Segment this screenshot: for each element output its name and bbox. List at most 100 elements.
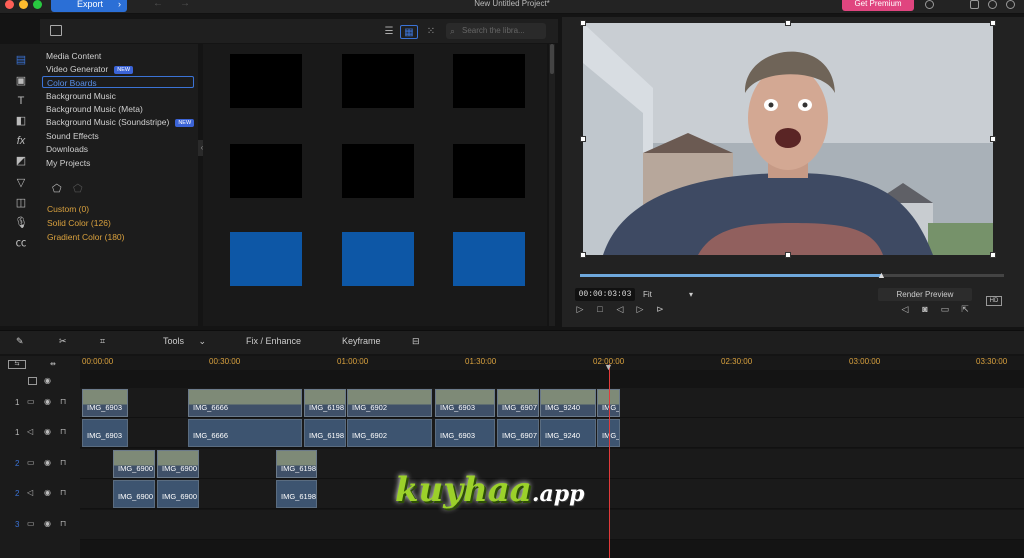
color-board-tile[interactable]: [342, 232, 414, 286]
visibility-icon[interactable]: ◉: [44, 519, 51, 528]
subcategory-custom[interactable]: Custom (0): [47, 204, 89, 214]
audio-mixing-icon[interactable]: ◫: [12, 195, 30, 211]
playhead-marker[interactable]: ▼: [604, 362, 613, 372]
video-clip[interactable]: IMG_6900: [113, 450, 155, 478]
color-board-tile[interactable]: [230, 232, 302, 286]
particle-room-icon[interactable]: ▽: [12, 175, 30, 191]
color-board-tile[interactable]: [342, 54, 414, 108]
title-room-icon[interactable]: T: [12, 93, 30, 109]
category-background-music-meta[interactable]: Background Music (Meta): [46, 103, 143, 115]
lock-icon[interactable]: ⊓: [60, 458, 66, 467]
scrubber-knob[interactable]: ▲: [877, 270, 886, 280]
audio-clip[interactable]: IMG_9240: [540, 419, 596, 447]
fit-timeline-icon[interactable]: ⇹: [50, 360, 56, 368]
notification-icon[interactable]: [970, 0, 979, 9]
preview-scrubber[interactable]: [580, 274, 1004, 277]
category-downloads[interactable]: Downloads: [46, 143, 88, 155]
remove-color-icon[interactable]: ⬠: [73, 182, 83, 195]
audio-clip[interactable]: IMG_6900: [157, 480, 199, 508]
resize-handle[interactable]: [990, 252, 996, 258]
video-clip[interactable]: IMG_6902: [347, 389, 432, 417]
timecode-display[interactable]: 00:00:03:03: [575, 288, 635, 301]
media-room-icon[interactable]: ▤: [12, 52, 30, 68]
account-icon[interactable]: [925, 0, 934, 9]
color-board-tile[interactable]: [453, 232, 525, 286]
visibility-icon[interactable]: ◉: [44, 397, 51, 406]
import-media-icon[interactable]: [50, 25, 62, 36]
audio-clip[interactable]: IMG_6903: [435, 419, 495, 447]
resize-handle[interactable]: [580, 252, 586, 258]
resize-handle[interactable]: [785, 252, 791, 258]
color-board-tile[interactable]: [453, 144, 525, 198]
library-search-input[interactable]: ⌕ Search the libra...: [446, 23, 546, 39]
subtitle-icon[interactable]: ▭: [938, 304, 952, 315]
audio-clip[interactable]: IMG_6198: [304, 419, 346, 447]
add-color-icon[interactable]: ⬠: [52, 182, 62, 195]
audio-clip[interactable]: IMG_6902: [347, 419, 432, 447]
keyframe-button[interactable]: Keyframe: [342, 336, 381, 346]
resize-handle[interactable]: [990, 136, 996, 142]
video-clip[interactable]: IMG_6198: [304, 389, 346, 417]
stop-icon[interactable]: □: [593, 304, 607, 314]
resize-handle[interactable]: [580, 20, 586, 26]
tools-menu[interactable]: Tools ⌄: [163, 336, 206, 347]
category-color-boards[interactable]: Color Boards: [42, 76, 194, 88]
zoom-fit-select[interactable]: Fit ▾: [643, 288, 699, 301]
video-clip[interactable]: IMG_6903: [82, 389, 128, 417]
pip-room-icon[interactable]: ◩: [12, 153, 30, 169]
visibility-icon[interactable]: ◉: [44, 376, 51, 385]
library-scrollbar[interactable]: [549, 44, 555, 326]
more-tools-icon[interactable]: ⊟: [412, 336, 420, 347]
lock-icon[interactable]: ⊓: [60, 397, 66, 406]
audio-clip[interactable]: IMG_6907: [497, 419, 539, 447]
crop-icon[interactable]: ⌗: [100, 336, 105, 347]
video-clip[interactable]: IMG_6907: [497, 389, 539, 417]
help-icon[interactable]: [988, 0, 997, 9]
voice-over-icon[interactable]: 🎙: [12, 215, 30, 231]
fast-forward-icon[interactable]: ⊳: [653, 304, 667, 315]
undock-icon[interactable]: ⇱: [958, 304, 972, 315]
visibility-icon[interactable]: ◉: [44, 458, 51, 467]
subtitle-room-icon[interactable]: ㏄: [12, 235, 30, 251]
list-view-icon[interactable]: ☰: [380, 25, 398, 39]
snapshot-icon[interactable]: ◙: [918, 304, 932, 314]
previous-frame-icon[interactable]: ◁: [613, 304, 627, 315]
resize-handle[interactable]: [580, 136, 586, 142]
render-preview-button[interactable]: Render Preview: [878, 288, 972, 301]
video-clip[interactable]: IMG_9240: [540, 389, 596, 417]
transition-room-icon[interactable]: ▣: [12, 73, 30, 89]
category-background-music[interactable]: Background Music: [46, 90, 116, 102]
audio-clip[interactable]: IMG_6666: [188, 419, 302, 447]
play-icon[interactable]: ▷: [573, 304, 587, 315]
video-clip[interactable]: IMG_6198: [276, 450, 317, 478]
lock-icon[interactable]: ⊓: [60, 519, 66, 528]
video-clip[interactable]: IMG_6666: [188, 389, 302, 417]
pen-icon[interactable]: ✎: [16, 336, 24, 347]
lock-icon[interactable]: ⊓: [60, 488, 66, 497]
audio-clip[interactable]: IMG_6198: [276, 480, 317, 508]
display-quality-icon[interactable]: HD: [986, 296, 1002, 306]
color-board-tile[interactable]: [230, 54, 302, 108]
next-frame-icon[interactable]: ▷: [633, 304, 647, 315]
color-board-tile[interactable]: [453, 54, 525, 108]
video-clip[interactable]: IMG_6903: [435, 389, 495, 417]
volume-icon[interactable]: ◁: [898, 304, 912, 315]
visibility-icon[interactable]: ◉: [44, 488, 51, 497]
overlay-room-icon[interactable]: ◧: [12, 113, 30, 129]
grid-view-icon[interactable]: ▦: [400, 25, 418, 39]
get-premium-button[interactable]: Get Premium: [842, 0, 914, 11]
preview-video-frame[interactable]: [583, 23, 993, 255]
effects-room-icon[interactable]: fx: [12, 133, 30, 149]
resize-handle[interactable]: [990, 20, 996, 26]
settings-icon[interactable]: [1006, 0, 1015, 9]
resize-handle[interactable]: [785, 20, 791, 26]
color-board-tile[interactable]: [230, 144, 302, 198]
visibility-icon[interactable]: ◉: [44, 427, 51, 436]
lock-icon[interactable]: ⊓: [60, 427, 66, 436]
subcategory-solid-color[interactable]: Solid Color (126): [47, 218, 111, 228]
video-clip[interactable]: IMG_6900: [157, 450, 199, 478]
small-grid-view-icon[interactable]: ⁙: [422, 25, 440, 39]
all-tracks-icon[interactable]: [28, 377, 37, 385]
split-scissors-icon[interactable]: ✂: [59, 336, 67, 347]
audio-clip[interactable]: IMG_6900: [113, 480, 155, 508]
